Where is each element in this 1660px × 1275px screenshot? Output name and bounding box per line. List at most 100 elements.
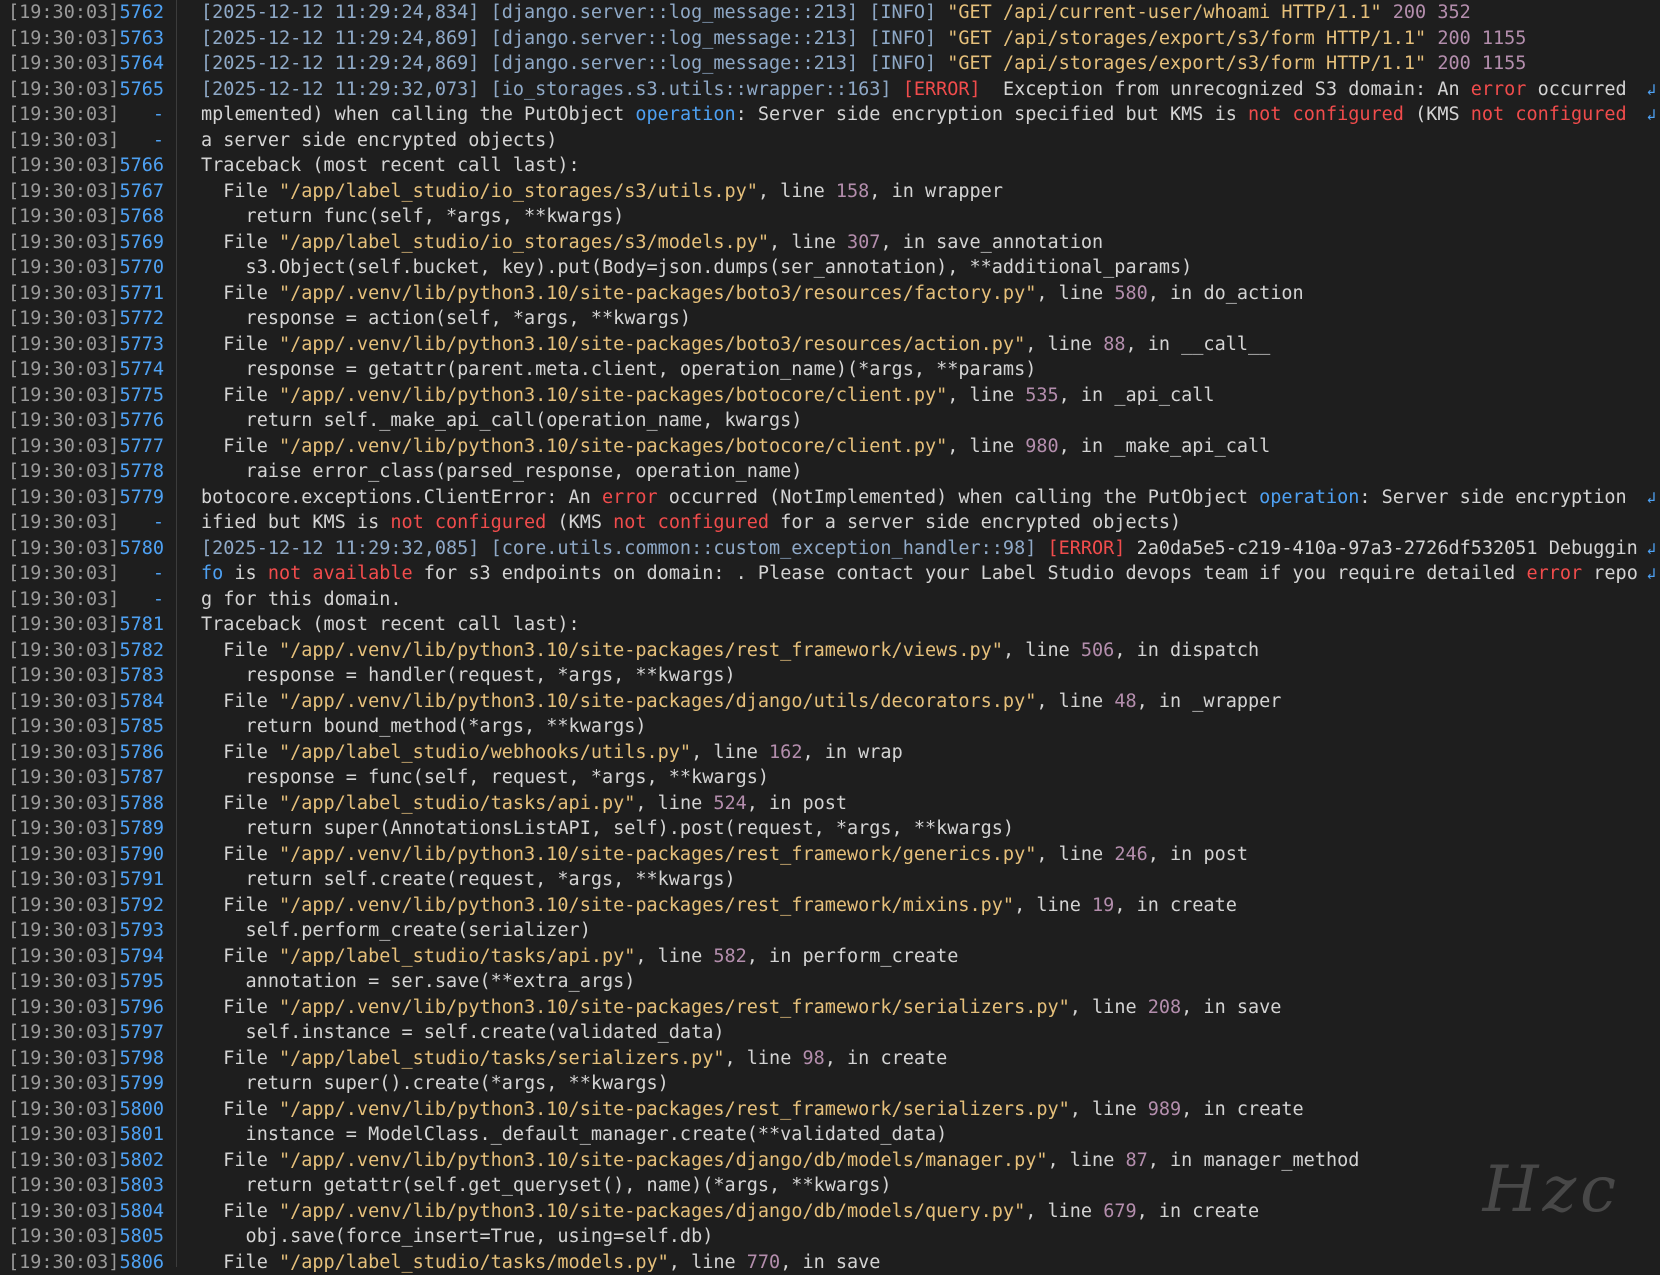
log-row: [19:30:03]5791 return self.create(reques… [0, 867, 1660, 893]
log-row: [19:30:03]5773 File "/app/.venv/lib/pyth… [0, 332, 1660, 358]
log-row: [19:30:03]5806 File "/app/label_studio/t… [0, 1250, 1660, 1275]
log-text: File "/app/.venv/lib/python3.10/site-pac… [201, 995, 1638, 1021]
log-text: File "/app/label_studio/tasks/serializer… [201, 1046, 1638, 1072]
log-line-number: 5774 [108, 357, 164, 383]
log-timestamp: [19:30:03] [8, 434, 116, 460]
log-timestamp: [19:30:03] [8, 638, 116, 664]
log-line-number: - [108, 128, 164, 154]
log-row: [19:30:03]5783 response = handler(reques… [0, 663, 1660, 689]
log-timestamp: [19:30:03] [8, 485, 116, 511]
log-timestamp: [19:30:03] [8, 1199, 116, 1225]
log-text: response = action(self, *args, **kwargs) [201, 306, 1638, 332]
log-timestamp: [19:30:03] [8, 765, 116, 791]
log-text: File "/app/label_studio/tasks/api.py", l… [201, 791, 1638, 817]
log-row: [19:30:03]5764[2025-12-12 11:29:24,869] … [0, 51, 1660, 77]
log-line-number: 5805 [108, 1224, 164, 1250]
log-timestamp: [19:30:03] [8, 536, 116, 562]
log-line-number: 5800 [108, 1097, 164, 1123]
log-line-number: 5767 [108, 179, 164, 205]
log-row: [19:30:03]-a server side encrypted objec… [0, 128, 1660, 154]
log-line-number: 5794 [108, 944, 164, 970]
log-timestamp: [19:30:03] [8, 842, 116, 868]
log-text: [2025-12-12 11:29:24,869] [django.server… [201, 26, 1638, 52]
wrap-arrow-icon: ↲ [1646, 536, 1656, 562]
log-row: [19:30:03]5799 return super().create(*ar… [0, 1071, 1660, 1097]
log-line-number: 5766 [108, 153, 164, 179]
log-text: self.perform_create(serializer) [201, 918, 1638, 944]
log-line-number: 5775 [108, 383, 164, 409]
log-line-number: 5769 [108, 230, 164, 256]
log-row: [19:30:03]-fo is not available for s3 en… [0, 561, 1660, 587]
log-row: [19:30:03]5771 File "/app/.venv/lib/pyth… [0, 281, 1660, 307]
log-line-number: 5806 [108, 1250, 164, 1275]
log-text: File "/app/label_studio/io_storages/s3/m… [201, 230, 1638, 256]
log-row: [19:30:03]5778 raise error_class(parsed_… [0, 459, 1660, 485]
log-text: fo is not available for s3 endpoints on … [201, 561, 1638, 587]
log-text: annotation = ser.save(**extra_args) [201, 969, 1638, 995]
log-line-number: 5796 [108, 995, 164, 1021]
log-line-number: 5776 [108, 408, 164, 434]
log-text: return getattr(self.get_queryset(), name… [201, 1173, 1638, 1199]
log-line-number: 5787 [108, 765, 164, 791]
log-text: File "/app/label_studio/webhooks/utils.p… [201, 740, 1638, 766]
log-line-number: 5786 [108, 740, 164, 766]
log-row: [19:30:03]-mplemented) when calling the … [0, 102, 1660, 128]
log-line-number: 5789 [108, 816, 164, 842]
log-line-number: 5772 [108, 306, 164, 332]
log-row: [19:30:03]5790 File "/app/.venv/lib/pyth… [0, 842, 1660, 868]
log-line-number: 5762 [108, 0, 164, 26]
log-text: a server side encrypted objects) [201, 128, 1638, 154]
log-line-number: 5778 [108, 459, 164, 485]
log-row: [19:30:03]5762[2025-12-12 11:29:24,834] … [0, 0, 1660, 26]
log-row: [19:30:03]5775 File "/app/.venv/lib/pyth… [0, 383, 1660, 409]
log-row: [19:30:03]5801 instance = ModelClass._de… [0, 1122, 1660, 1148]
log-text: File "/app/.venv/lib/python3.10/site-pac… [201, 434, 1638, 460]
log-row: [19:30:03]5786 File "/app/label_studio/w… [0, 740, 1660, 766]
log-row: [19:30:03]5780[2025-12-12 11:29:32,085] … [0, 536, 1660, 562]
log-timestamp: [19:30:03] [8, 561, 116, 587]
log-timestamp: [19:30:03] [8, 383, 116, 409]
log-timestamp: [19:30:03] [8, 1250, 116, 1275]
log-text: [2025-12-12 11:29:24,834] [django.server… [201, 0, 1638, 26]
log-text: instance = ModelClass._default_manager.c… [201, 1122, 1638, 1148]
log-timestamp: [19:30:03] [8, 459, 116, 485]
log-text: File "/app/.venv/lib/python3.10/site-pac… [201, 1199, 1638, 1225]
log-timestamp: [19:30:03] [8, 255, 116, 281]
log-line-number: 5799 [108, 1071, 164, 1097]
log-line-number: - [108, 587, 164, 613]
log-timestamp: [19:30:03] [8, 1020, 116, 1046]
log-timestamp: [19:30:03] [8, 893, 116, 919]
log-line-number: 5804 [108, 1199, 164, 1225]
log-text: return self._make_api_call(operation_nam… [201, 408, 1638, 434]
log-timestamp: [19:30:03] [8, 1071, 116, 1097]
log-row: [19:30:03]5795 annotation = ser.save(**e… [0, 969, 1660, 995]
log-row: [19:30:03]5777 File "/app/.venv/lib/pyth… [0, 434, 1660, 460]
log-row: [19:30:03]-g for this domain. [0, 587, 1660, 613]
log-timestamp: [19:30:03] [8, 51, 116, 77]
log-text: File "/app/.venv/lib/python3.10/site-pac… [201, 638, 1638, 664]
log-timestamp: [19:30:03] [8, 587, 116, 613]
log-row: [19:30:03]5781Traceback (most recent cal… [0, 612, 1660, 638]
log-line-number: 5782 [108, 638, 164, 664]
log-row: [19:30:03]5788 File "/app/label_studio/t… [0, 791, 1660, 817]
log-text: File "/app/.venv/lib/python3.10/site-pac… [201, 1148, 1638, 1174]
log-timestamp: [19:30:03] [8, 740, 116, 766]
log-text: File "/app/.venv/lib/python3.10/site-pac… [201, 893, 1638, 919]
log-timestamp: [19:30:03] [8, 1224, 116, 1250]
log-timestamp: [19:30:03] [8, 1173, 116, 1199]
log-text: ified but KMS is not configured (KMS not… [201, 510, 1638, 536]
log-text: File "/app/.venv/lib/python3.10/site-pac… [201, 689, 1638, 715]
log-text: return func(self, *args, **kwargs) [201, 204, 1638, 230]
log-line-number: 5783 [108, 663, 164, 689]
log-line-number: 5791 [108, 867, 164, 893]
log-text: botocore.exceptions.ClientError: An erro… [201, 485, 1638, 511]
log-row: [19:30:03]5767 File "/app/label_studio/i… [0, 179, 1660, 205]
log-row: [19:30:03]5804 File "/app/.venv/lib/pyth… [0, 1199, 1660, 1225]
log-timestamp: [19:30:03] [8, 408, 116, 434]
log-line-number: 5763 [108, 26, 164, 52]
log-timestamp: [19:30:03] [8, 281, 116, 307]
log-line-number: 5770 [108, 255, 164, 281]
log-row: [19:30:03]5803 return getattr(self.get_q… [0, 1173, 1660, 1199]
log-timestamp: [19:30:03] [8, 816, 116, 842]
log-timestamp: [19:30:03] [8, 204, 116, 230]
